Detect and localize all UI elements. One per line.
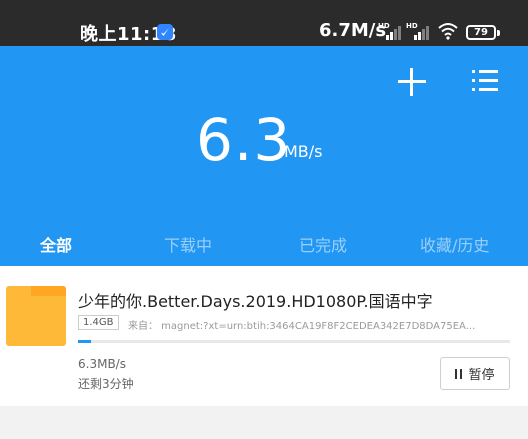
- battery-icon: 79: [466, 25, 496, 40]
- progress-bar: [78, 340, 510, 343]
- pause-button[interactable]: 暂停: [440, 357, 510, 390]
- wifi-icon: [438, 23, 458, 40]
- tab-downloading[interactable]: 下载中: [164, 232, 212, 256]
- folder-icon: [6, 286, 66, 346]
- battery-tip: [497, 30, 500, 36]
- network-speed: 6.7M/s: [319, 20, 387, 41]
- notification-icon: [157, 24, 173, 40]
- status-bar: 晚上11:18 6.7M/s HD HD 79: [0, 0, 528, 46]
- tab-completed[interactable]: 已完成: [299, 232, 347, 256]
- total-speed-value: 6.3: [196, 106, 292, 174]
- speed-header: 6.3 MB/s 全部 下载中 已完成 收藏/历史: [0, 46, 528, 266]
- pause-icon: [455, 368, 463, 379]
- plus-icon[interactable]: [398, 68, 426, 96]
- signal-hd-label: HD: [378, 22, 390, 30]
- time-remaining: 还剩3分钟: [78, 377, 134, 391]
- task-source: 来自： magnet:?xt=urn:btih:3464CA19F8F2CEDE…: [128, 321, 476, 332]
- signal-icon-2: HD: [406, 22, 429, 40]
- tab-favorites-history[interactable]: 收藏/历史: [420, 232, 489, 256]
- total-speed-unit: MB/s: [284, 142, 323, 161]
- task-title: 少年的你.Better.Days.2019.HD1080P.国语中字: [78, 292, 433, 311]
- file-size-badge: 1.4GB: [78, 315, 119, 330]
- pause-label: 暂停: [468, 368, 495, 383]
- signal-hd-label-2: HD: [406, 22, 418, 30]
- progress-fill: [78, 340, 91, 343]
- list-icon[interactable]: [472, 68, 498, 94]
- download-task-card[interactable]: 少年的你.Better.Days.2019.HD1080P.国语中字 1.4GB…: [0, 266, 528, 406]
- signal-icon: HD: [378, 22, 401, 40]
- tab-all[interactable]: 全部: [40, 232, 72, 256]
- task-speed: 6.3MB/s: [78, 357, 126, 371]
